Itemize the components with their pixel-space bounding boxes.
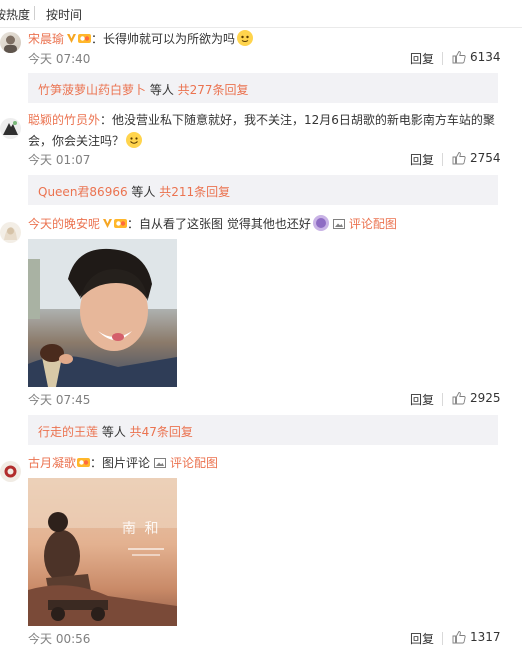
- thumbs-up-icon: [452, 631, 466, 644]
- meta-separator: [442, 393, 443, 406]
- comment-time: 今天 00:56: [28, 632, 91, 646]
- meta-separator: [442, 632, 443, 645]
- reply-mid-text: 等人: [98, 425, 130, 439]
- emoji-icon: [312, 215, 329, 231]
- reply-user-name[interactable]: Queen君86966: [38, 185, 128, 199]
- like-count: 1317: [470, 630, 501, 644]
- like-count: 2925: [470, 391, 501, 405]
- comment-time: 今天 07:40: [28, 52, 91, 66]
- thumbs-up-icon: [452, 392, 466, 405]
- avatar[interactable]: [0, 118, 21, 139]
- reply-mid-text: 等人: [127, 185, 160, 199]
- reply-count-link[interactable]: 共211条回复: [159, 185, 230, 199]
- thumbs-up-icon: [452, 51, 466, 64]
- reply-count-link[interactable]: 共277条回复: [178, 83, 249, 97]
- sort-bar: 按热度 按时间: [0, 0, 522, 28]
- replies-summary[interactable]: Queen君86966 等人 共211条回复: [28, 175, 498, 205]
- replies-summary[interactable]: 竹笋菠萝山药白萝卜 等人 共277条回复: [28, 73, 498, 103]
- picture-icon: [154, 458, 167, 468]
- avatar[interactable]: [0, 461, 21, 482]
- comment-image[interactable]: [28, 239, 177, 387]
- comment-text-continued: 会，你会关注吗？: [28, 134, 125, 148]
- thumbs-up-icon: [452, 152, 466, 165]
- comment-item: 聪颖的竹员外：他没营业私下随意就好，我不关注，12月6日胡歌的新电影南方车站的聚…: [0, 110, 522, 210]
- comment-item: 今天的晚安呢 ：自从看了这张图 觉得其他也还好 评论配图 今天 07:45 回复 2…: [0, 214, 522, 446]
- verified-v-icon: [67, 34, 77, 43]
- comment-text: ：图片评论: [90, 456, 151, 470]
- view-comment-image-link[interactable]: 评论配图: [170, 456, 218, 470]
- avatar-image: [4, 35, 17, 53]
- avatar-image: [4, 465, 17, 478]
- comment-item: 古月凝歌 ：图片评论 评论配图 南 和 今天 00:56 回复 1317: [0, 453, 522, 648]
- reply-button[interactable]: 回复: [410, 50, 434, 67]
- like-count: 2754: [470, 151, 501, 165]
- sort-by-hot[interactable]: 按热度: [0, 6, 30, 23]
- reply-user-name[interactable]: 行走的王莲: [38, 425, 98, 439]
- reply-button[interactable]: 回复: [410, 630, 434, 647]
- comment-time: 今天 07:45: [28, 393, 91, 407]
- reply-user-name[interactable]: 竹笋菠萝山药白萝卜: [38, 83, 146, 97]
- movie-poster: [28, 478, 177, 626]
- emoji-icon: [126, 132, 143, 148]
- like-count: 6134: [470, 50, 501, 64]
- user-name[interactable]: 聪颖的竹员外: [28, 113, 100, 127]
- picture-icon: [332, 219, 345, 229]
- reply-button[interactable]: 回复: [410, 391, 434, 408]
- comment-time: 今天 01:07: [28, 153, 91, 167]
- replies-summary[interactable]: 行走的王莲 等人 共47条回复: [28, 415, 498, 445]
- comment-text: ：长得帅就可以为所欲为吗: [91, 32, 236, 46]
- verified-v-icon: [103, 219, 113, 228]
- meta-separator: [442, 153, 443, 166]
- comment-item: 宋晨瑜 ：长得帅就可以为所欲为吗 今天 07:40 回复 6134 竹笋菠萝山药白…: [0, 28, 522, 103]
- reply-button[interactable]: 回复: [410, 151, 434, 168]
- meta-separator: [442, 52, 443, 65]
- reply-mid-text: 等人: [146, 83, 178, 97]
- comment-image[interactable]: 南 和: [28, 478, 177, 626]
- fan-badge-icon: [77, 458, 91, 467]
- avatar-image: [4, 227, 17, 240]
- comment-text: ：他没营业私下随意就好，我不关注，12月6日胡歌的新电影南方车站的聚: [100, 113, 495, 127]
- comment-photo: [28, 239, 177, 387]
- avatar[interactable]: [0, 32, 21, 53]
- poster-title-text: 南 和: [122, 521, 161, 537]
- user-name[interactable]: 今天的晚安呢: [28, 217, 100, 231]
- emoji-icon: [237, 30, 254, 46]
- avatar[interactable]: [0, 222, 21, 243]
- fan-badge-icon: [114, 219, 128, 228]
- avatar-image: [3, 121, 18, 135]
- view-comment-image-link[interactable]: 评论配图: [349, 217, 397, 231]
- fan-badge-icon: [78, 34, 92, 43]
- sort-separator: [34, 6, 35, 20]
- comment-text: ：自从看了这张图 觉得其他也还好: [127, 217, 311, 231]
- reply-count-link[interactable]: 共47条回复: [130, 425, 193, 439]
- user-name[interactable]: 宋晨瑜: [28, 32, 64, 46]
- user-name[interactable]: 古月凝歌: [28, 456, 76, 470]
- sort-by-time[interactable]: 按时间: [46, 6, 82, 23]
